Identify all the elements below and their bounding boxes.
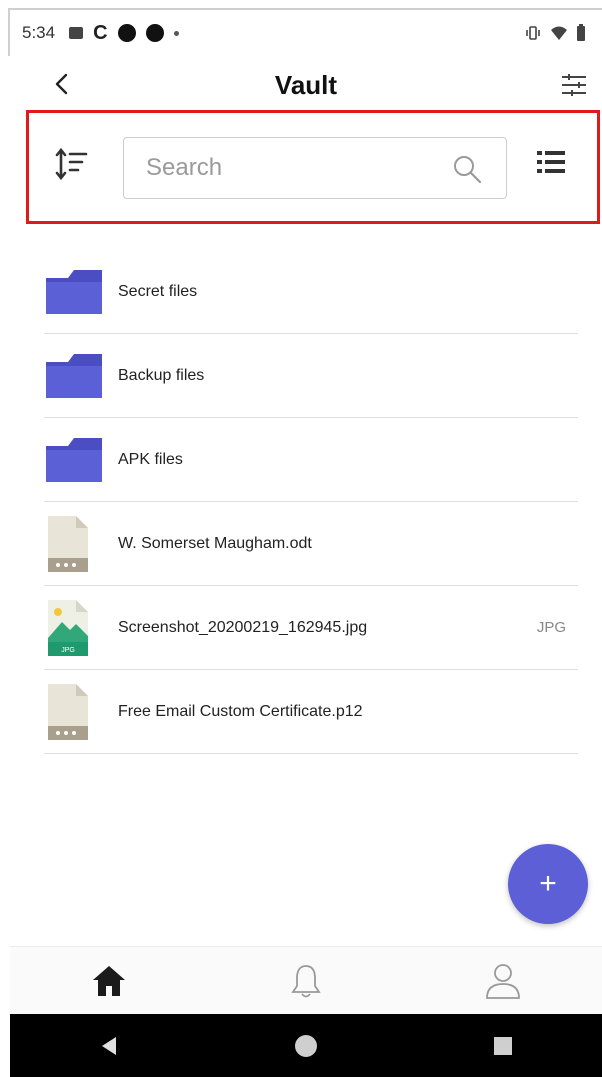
more-notifications-icon	[173, 30, 179, 36]
add-button[interactable]: +	[508, 844, 588, 924]
image-icon-wrap: JPG	[44, 599, 106, 656]
file-name: APK files	[118, 450, 183, 468]
notification-icons: C	[69, 21, 179, 45]
svg-text:JPG: JPG	[61, 647, 75, 654]
list-item[interactable]: Backup files	[44, 334, 578, 418]
image-notification-icon	[69, 27, 84, 39]
filter-sliders-icon	[562, 74, 586, 96]
system-recents-button[interactable]	[483, 1026, 523, 1066]
folder-icon-wrap	[44, 432, 106, 488]
plus-icon: +	[539, 867, 557, 900]
sort-icon	[55, 147, 88, 181]
folder-icon-wrap	[44, 348, 106, 404]
search-box[interactable]	[123, 137, 507, 199]
document-icon-wrap	[44, 683, 106, 740]
filter-button[interactable]	[560, 72, 588, 98]
file-name: W. Somerset Maugham.odt	[118, 534, 312, 552]
image-file-icon: JPG	[48, 599, 88, 656]
list-item[interactable]: W. Somerset Maugham.odt	[44, 502, 578, 586]
c-app-icon: C	[93, 21, 108, 44]
user-icon	[486, 963, 521, 999]
file-name: Free Email Custom Certificate.p12	[118, 702, 363, 720]
document-icon	[48, 515, 88, 572]
nav-notifications[interactable]	[281, 956, 331, 1006]
list-item[interactable]: Free Email Custom Certificate.p12	[44, 670, 578, 754]
sort-button[interactable]	[55, 147, 89, 183]
bell-icon	[291, 964, 321, 997]
document-icon-wrap	[44, 515, 106, 572]
vibrate-icon	[526, 26, 540, 40]
list-item[interactable]: APK files	[44, 418, 578, 502]
file-name: Backup files	[118, 366, 205, 384]
circle-notification-icon	[145, 24, 164, 42]
file-name: Screenshot_20200219_162945.jpg	[118, 618, 368, 636]
system-back-button[interactable]	[89, 1026, 129, 1066]
bottom-nav	[10, 946, 602, 1014]
circle-home-icon	[294, 1034, 317, 1057]
wifi-icon	[551, 26, 567, 40]
folder-icon	[46, 437, 102, 482]
system-nav-bar	[10, 1014, 602, 1077]
status-bar: 5:34 C	[8, 8, 602, 56]
folder-icon	[46, 353, 102, 398]
circle-notification-icon	[117, 24, 136, 42]
file-name: Secret files	[118, 282, 198, 300]
page-title: Vault	[274, 70, 338, 100]
document-icon	[48, 683, 88, 740]
folder-icon-wrap	[44, 264, 106, 320]
list-view-button[interactable]	[535, 147, 567, 177]
nav-profile[interactable]	[478, 956, 528, 1006]
list-view-icon	[537, 151, 565, 173]
folder-icon	[46, 269, 102, 314]
app-header: Vault	[10, 58, 602, 110]
search-icon[interactable]	[452, 154, 482, 184]
nav-home[interactable]	[84, 956, 134, 1006]
search-toolbar	[26, 110, 600, 224]
triangle-back-icon	[101, 1036, 116, 1055]
file-list: Secret files Backup files APK files W. S…	[44, 250, 578, 754]
battery-icon	[577, 24, 585, 41]
list-item[interactable]: JPG Screenshot_20200219_162945.jpg JPG	[44, 586, 578, 670]
home-icon	[92, 965, 125, 996]
search-input[interactable]	[146, 148, 446, 188]
status-right-icons	[524, 24, 586, 42]
list-item[interactable]: Secret files	[44, 250, 578, 334]
system-home-button[interactable]	[286, 1026, 326, 1066]
status-time: 5:34	[22, 23, 56, 42]
square-recents-icon	[494, 1036, 513, 1055]
file-type-badge: JPG	[536, 619, 566, 636]
